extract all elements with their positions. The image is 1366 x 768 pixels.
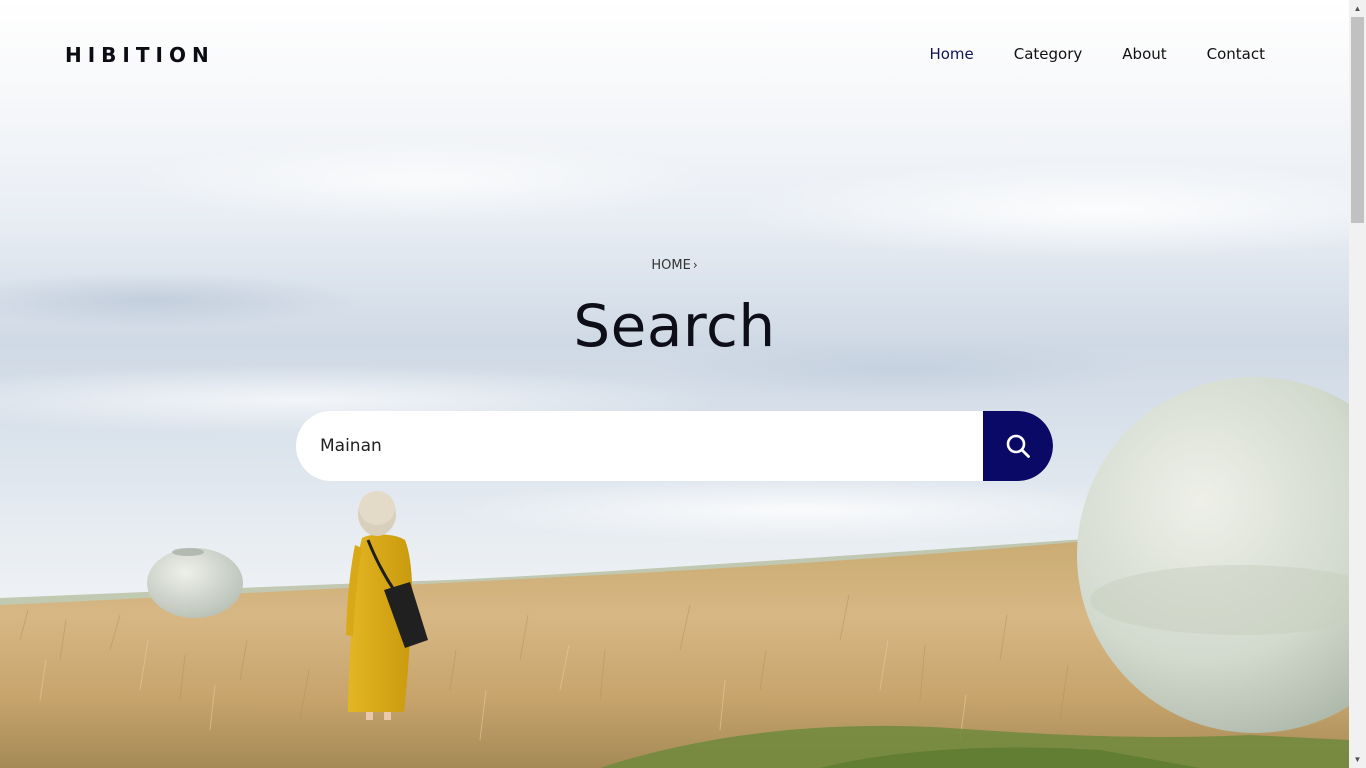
main-nav: Home Category About Contact bbox=[929, 45, 1265, 63]
nav-about-link[interactable]: About bbox=[1122, 45, 1166, 63]
scroll-up-icon[interactable]: ▲ bbox=[1349, 0, 1366, 17]
page-viewport: HIBITION Home Category About Contact HOM… bbox=[0, 0, 1349, 768]
page-scrollbar[interactable]: ▲ ▼ bbox=[1349, 0, 1366, 768]
site-logo[interactable]: HIBITION bbox=[65, 43, 215, 67]
breadcrumb: HOME › bbox=[0, 258, 1349, 273]
hero-image bbox=[0, 377, 1349, 768]
search-button[interactable] bbox=[983, 411, 1053, 481]
page-title: Search bbox=[573, 292, 776, 360]
nav-category-link[interactable]: Category bbox=[1014, 45, 1083, 63]
search-input[interactable] bbox=[320, 411, 960, 481]
nav-home-link[interactable]: Home bbox=[929, 45, 973, 63]
scroll-down-icon[interactable]: ▼ bbox=[1349, 751, 1366, 768]
search-bar bbox=[296, 411, 1053, 481]
breadcrumb-home-link[interactable]: HOME bbox=[651, 258, 690, 273]
chevron-right-icon: › bbox=[692, 258, 698, 272]
nav-contact-link[interactable]: Contact bbox=[1207, 45, 1265, 63]
search-icon bbox=[1006, 434, 1030, 458]
scrollbar-thumb[interactable] bbox=[1351, 17, 1364, 223]
